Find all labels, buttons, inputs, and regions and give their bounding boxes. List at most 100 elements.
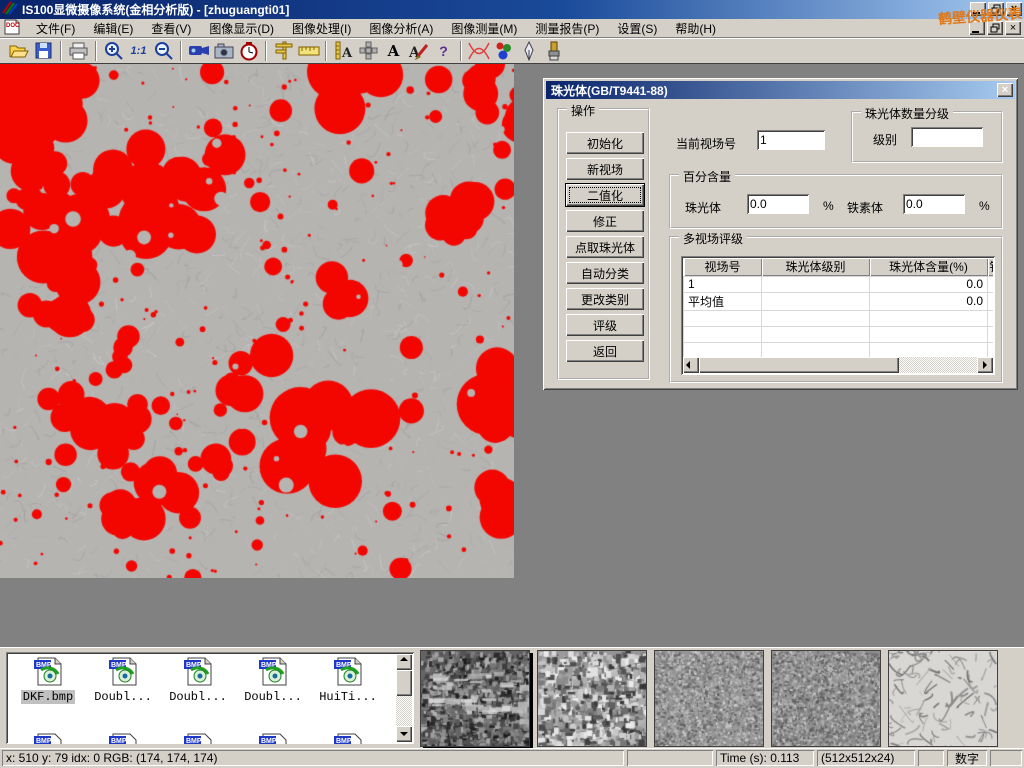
zoom-in-icon[interactable] [101, 40, 126, 62]
pick-pearlite-button[interactable]: 点取珠光体 [566, 236, 644, 258]
toolbar-separator [460, 41, 462, 61]
vscroll-thumb[interactable] [396, 670, 412, 696]
file-item[interactable]: BMP HuiTi... [311, 656, 385, 704]
menu-image-display[interactable]: 图像显示(D) [200, 18, 283, 39]
bmp-file-icon: BMP [181, 732, 215, 744]
scroll-down-icon[interactable] [396, 726, 412, 742]
menu-file[interactable]: 文件(F) [27, 18, 84, 39]
ruler-icon[interactable] [296, 40, 321, 62]
svg-text:A: A [341, 46, 353, 60]
phase-balls-icon[interactable] [491, 40, 516, 62]
file-name[interactable]: HuiTi... [317, 690, 379, 704]
menu-edit[interactable]: 编辑(E) [84, 18, 142, 39]
dialog-close-icon[interactable]: × [997, 83, 1013, 97]
thumbnail-2[interactable] [537, 650, 647, 747]
file-item[interactable]: BMP [86, 732, 160, 744]
grade-input[interactable] [911, 127, 983, 147]
restore-button-icon[interactable] [988, 2, 1004, 16]
menu-help[interactable]: 帮助(H) [666, 18, 725, 39]
change-class-button[interactable]: 更改类别 [566, 288, 644, 310]
file-name[interactable]: Doubl... [92, 690, 154, 704]
menu-image-process[interactable]: 图像处理(I) [283, 18, 360, 39]
table-row [684, 342, 994, 357]
auto-classify-button[interactable]: 自动分类 [566, 262, 644, 284]
file-item[interactable]: BMP Doubl... [236, 656, 310, 704]
menu-image-measure[interactable]: 图像测量(M) [442, 18, 526, 39]
toolbar-separator [325, 41, 327, 61]
menu-settings[interactable]: 设置(S) [608, 18, 666, 39]
scroll-left-icon[interactable] [683, 357, 699, 373]
thumbnail-3[interactable] [654, 650, 764, 747]
pearlite-percent-sign: % [823, 199, 834, 213]
file-item[interactable]: BMP [11, 732, 85, 744]
file-item[interactable]: BMP Doubl... [86, 656, 160, 704]
correct-button[interactable]: 修正 [566, 210, 644, 232]
menu-measure-report[interactable]: 测量报告(P) [526, 18, 608, 39]
file-item[interactable]: BMP [161, 732, 235, 744]
text-label-icon[interactable]: A [381, 40, 406, 62]
help-icon[interactable]: ? [431, 40, 456, 62]
brush-tool-icon[interactable] [541, 40, 566, 62]
col-pearlite-grade: 珠光体级别 [762, 258, 870, 276]
svg-text:BMP: BMP [111, 738, 127, 744]
video-camera-icon[interactable] [186, 40, 211, 62]
svg-text:BMP: BMP [336, 738, 352, 744]
toolbar-separator [60, 41, 62, 61]
child-close-button-icon[interactable]: × [1005, 21, 1021, 35]
timer-clock-icon[interactable] [236, 40, 261, 62]
thumbnail-1[interactable] [420, 650, 530, 747]
file-item[interactable]: BMP Doubl... [161, 656, 235, 704]
zoom-out-icon[interactable] [151, 40, 176, 62]
scroll-right-icon[interactable] [977, 357, 993, 373]
dialog-title-bar[interactable]: 珠光体(GB/T9441-88) × [546, 81, 1015, 99]
thumbnail-4[interactable] [771, 650, 881, 747]
grade-group-label: 珠光体数量分级 [861, 105, 953, 122]
thumbnail-5[interactable] [888, 650, 998, 747]
return-button[interactable]: 返回 [566, 340, 644, 362]
metallograph-binarized-image[interactable] [0, 64, 514, 578]
open-file-icon[interactable] [6, 40, 31, 62]
svg-text:DOC: DOC [6, 23, 20, 29]
grid-cross-icon[interactable] [356, 40, 381, 62]
bmp-file-icon: BMP [256, 656, 290, 686]
status-bar: x: 510 y: 79 idx: 0 RGB: (174, 174, 174)… [0, 748, 1024, 768]
caliper-icon[interactable] [271, 40, 296, 62]
close-button-icon[interactable]: × [1006, 2, 1022, 16]
ferrite-percent-input[interactable] [903, 194, 965, 214]
bmp-file-icon: BMP [31, 656, 65, 686]
save-icon[interactable] [31, 40, 56, 62]
file-item[interactable]: BMP [311, 732, 385, 744]
menu-image-analysis[interactable]: 图像分析(A) [360, 18, 442, 39]
scroll-up-icon[interactable] [396, 654, 412, 670]
new-field-button[interactable]: 新视场 [566, 158, 644, 180]
annotate-text-icon[interactable]: A [406, 40, 431, 62]
curve-tool-icon[interactable] [466, 40, 491, 62]
measure-text-icon[interactable]: A [331, 40, 356, 62]
print-icon[interactable] [66, 40, 91, 62]
table-hscrollbar[interactable] [683, 357, 993, 373]
photo-camera-icon[interactable] [211, 40, 236, 62]
hscroll-thumb[interactable] [699, 357, 899, 373]
file-name[interactable]: DKF.bmp [21, 690, 75, 704]
current-field-label: 当前视场号 [676, 135, 736, 152]
current-field-input[interactable] [757, 130, 825, 150]
pearlite-percent-input[interactable] [747, 194, 809, 214]
initialize-button[interactable]: 初始化 [566, 132, 644, 154]
table-row[interactable]: 平均值0.0 [684, 292, 994, 310]
pen-tool-icon[interactable] [516, 40, 541, 62]
menu-view[interactable]: 查看(V) [142, 18, 200, 39]
file-item[interactable]: BMP [236, 732, 310, 744]
child-restore-button-icon[interactable] [987, 21, 1003, 35]
child-minimize-button-icon[interactable] [969, 21, 985, 35]
file-name[interactable]: Doubl... [167, 690, 229, 704]
file-item[interactable]: BMP DKF.bmp [11, 656, 85, 704]
file-name[interactable]: Doubl... [242, 690, 304, 704]
actual-size-icon[interactable]: 1:1 [126, 40, 151, 62]
minimize-button-icon[interactable] [970, 2, 986, 16]
grade-button[interactable]: 评级 [566, 314, 644, 336]
title-bar: IS100显微摄像系统(金相分析版) - [zhuguangti01] × [0, 0, 1024, 19]
file-vscrollbar[interactable] [396, 654, 412, 742]
document-icon[interactable]: DOC [3, 19, 21, 38]
table-row[interactable]: 10.0 [684, 276, 994, 292]
binarize-button[interactable]: 二值化 [566, 184, 644, 206]
